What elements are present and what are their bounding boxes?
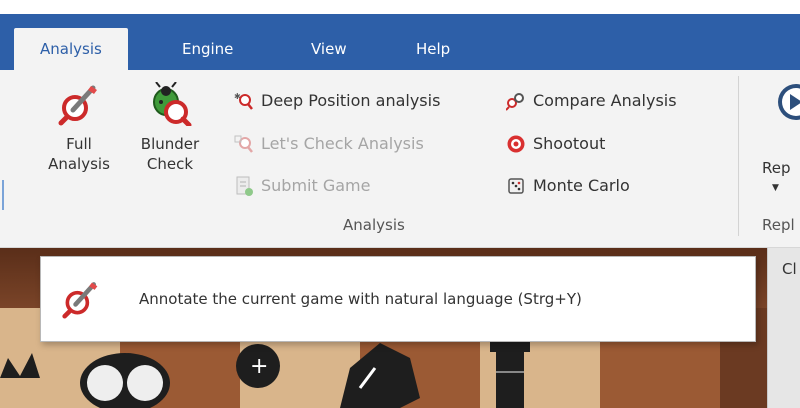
magnifier-check-icon — [234, 135, 253, 153]
deep-position-analysis-button[interactable]: ✱ Deep Position analysis — [234, 88, 440, 114]
ribbon-left-edge — [0, 90, 6, 226]
target-icon — [507, 135, 525, 153]
magnifier-stars-icon: ✱ — [234, 92, 253, 110]
svg-text:✱: ✱ — [234, 92, 241, 101]
side-panel-partial[interactable]: Cl — [767, 248, 800, 408]
tab-help[interactable]: Help — [416, 28, 450, 70]
rook-piece-icon — [490, 338, 530, 408]
window-top-strip — [0, 0, 800, 14]
full-analysis-button[interactable]: Full Analysis — [42, 82, 116, 174]
blunder-check-button[interactable]: Blunder Check — [126, 82, 214, 174]
replay-label: Rep — [762, 159, 791, 177]
shootout-label: Shootout — [533, 134, 606, 153]
monte-carlo-label: Monte Carlo — [533, 176, 630, 195]
chess-pieces: + — [0, 338, 530, 408]
full-analysis-label-1: Full — [66, 135, 92, 153]
document-submit-icon — [236, 176, 253, 196]
replay-button[interactable]: Rep ▼ — [762, 158, 800, 198]
side-panel-label: Cl — [782, 260, 797, 278]
tab-view[interactable]: View — [311, 28, 347, 70]
tab-engine[interactable]: Engine — [182, 28, 233, 70]
blunder-check-label-1: Blunder — [140, 135, 200, 153]
knight-piece-icon — [340, 343, 420, 408]
dice-icon — [508, 178, 524, 194]
analysis-group-label: Analysis — [343, 216, 405, 234]
submit-game-button[interactable]: Submit Game — [234, 173, 370, 199]
ribbon-panel: Full Analysis Blunder Check ✱ Deep Posit… — [0, 70, 800, 248]
tooltip: Annotate the current game with natural l… — [40, 256, 756, 342]
monte-carlo-button[interactable]: Monte Carlo — [506, 173, 630, 199]
replay-group-label: Repl — [762, 216, 795, 234]
blunder-check-label-2: Check — [146, 155, 194, 173]
chevron-down-icon: ▼ — [772, 183, 779, 193]
compare-analysis-button[interactable]: Compare Analysis — [506, 88, 677, 114]
compare-analysis-label: Compare Analysis — [533, 91, 677, 110]
magnifier-pencil-icon — [62, 282, 98, 319]
svg-text:+: + — [250, 354, 268, 379]
lets-check-analysis-button[interactable]: Let's Check Analysis — [234, 131, 424, 157]
bug-magnifier-icon — [153, 82, 192, 126]
play-icon — [778, 84, 800, 120]
deep-position-analysis-label: Deep Position analysis — [261, 91, 441, 110]
tab-analysis[interactable]: Analysis — [14, 28, 128, 70]
magnifier-pencil-icon — [58, 85, 97, 126]
group-separator — [738, 76, 739, 236]
bishop-piece-icon: + — [236, 344, 280, 388]
ribbon-tab-bar: Analysis Engine View Help — [0, 14, 800, 70]
compare-magnifiers-icon — [506, 93, 524, 111]
tooltip-text: Annotate the current game with natural l… — [139, 290, 582, 308]
queen-piece-icon — [0, 353, 40, 378]
king-piece-icon — [80, 353, 170, 408]
shootout-button[interactable]: Shootout — [506, 131, 605, 157]
full-analysis-label-2: Analysis — [48, 155, 110, 173]
lets-check-analysis-label: Let's Check Analysis — [261, 134, 424, 153]
submit-game-label: Submit Game — [261, 176, 371, 195]
